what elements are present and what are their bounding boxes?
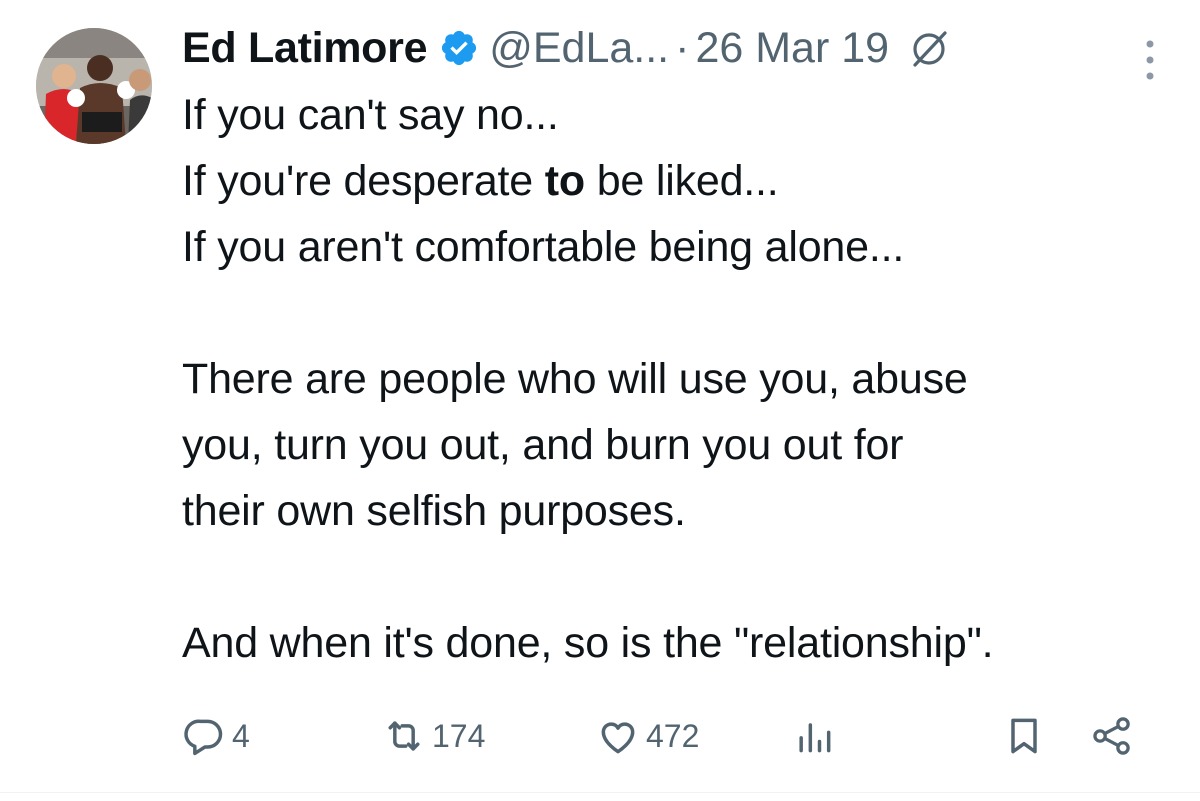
tweet-line: you, turn you out, and burn you out for bbox=[182, 421, 904, 469]
bookmark-icon bbox=[1011, 718, 1037, 754]
share-icon bbox=[1093, 717, 1130, 755]
reply-button[interactable]: 4 bbox=[182, 708, 250, 764]
tweet-header: Ed Latimore @EdLa... · 26 Mar 19 bbox=[182, 16, 1170, 80]
retweet-button[interactable]: 174 bbox=[382, 708, 485, 764]
tweet-actions: 4 174 472 bbox=[182, 708, 1142, 764]
tweet-line: their own selfish purposes. bbox=[182, 487, 686, 535]
tweet-text: If you can't say no... If you're despera… bbox=[182, 82, 1170, 676]
tweet-line: There are people who will use you, abuse bbox=[182, 355, 968, 403]
more-vertical-icon[interactable] bbox=[1130, 36, 1170, 86]
heart-icon bbox=[601, 722, 635, 754]
bottom-divider bbox=[0, 792, 1200, 793]
tweet-line: If you aren't comfortable being alone... bbox=[182, 223, 905, 271]
views-button[interactable] bbox=[792, 708, 836, 764]
reply-count: 4 bbox=[232, 717, 250, 754]
bookmark-button[interactable] bbox=[1002, 708, 1046, 764]
display-name[interactable]: Ed Latimore bbox=[182, 16, 428, 80]
tweet-text-segment: If you're desperate bbox=[182, 157, 545, 205]
like-count: 472 bbox=[646, 717, 700, 754]
retweet-count: 174 bbox=[432, 717, 486, 754]
separator-dot: · bbox=[675, 24, 690, 72]
tweet-content: Ed Latimore @EdLa... · 26 Mar 19 If you … bbox=[182, 16, 1170, 676]
user-handle[interactable]: @EdLa... bbox=[489, 16, 669, 80]
views-chart-icon bbox=[799, 723, 831, 753]
tweet-date[interactable]: 26 Mar 19 bbox=[695, 16, 889, 80]
tweet-line: If you can't say no... bbox=[182, 91, 559, 139]
reply-icon bbox=[184, 719, 223, 756]
verified-badge-icon[interactable] bbox=[439, 28, 479, 68]
tweet-line: If you're desperate to be liked... bbox=[182, 148, 1170, 214]
tweet-text-bold: to bbox=[544, 157, 585, 205]
tweet-line: And when it's done, so is the "relations… bbox=[182, 619, 994, 667]
like-button[interactable]: 472 bbox=[596, 708, 699, 764]
tweet-card[interactable]: Ed Latimore @EdLa... · 26 Mar 19 If you … bbox=[0, 0, 1200, 801]
share-button[interactable] bbox=[1090, 708, 1134, 764]
tweet-text-segment: be liked... bbox=[584, 157, 779, 205]
retweet-icon bbox=[388, 721, 420, 751]
avatar[interactable] bbox=[36, 28, 152, 144]
grok-icon[interactable] bbox=[909, 27, 951, 69]
avatar-image bbox=[36, 28, 152, 144]
